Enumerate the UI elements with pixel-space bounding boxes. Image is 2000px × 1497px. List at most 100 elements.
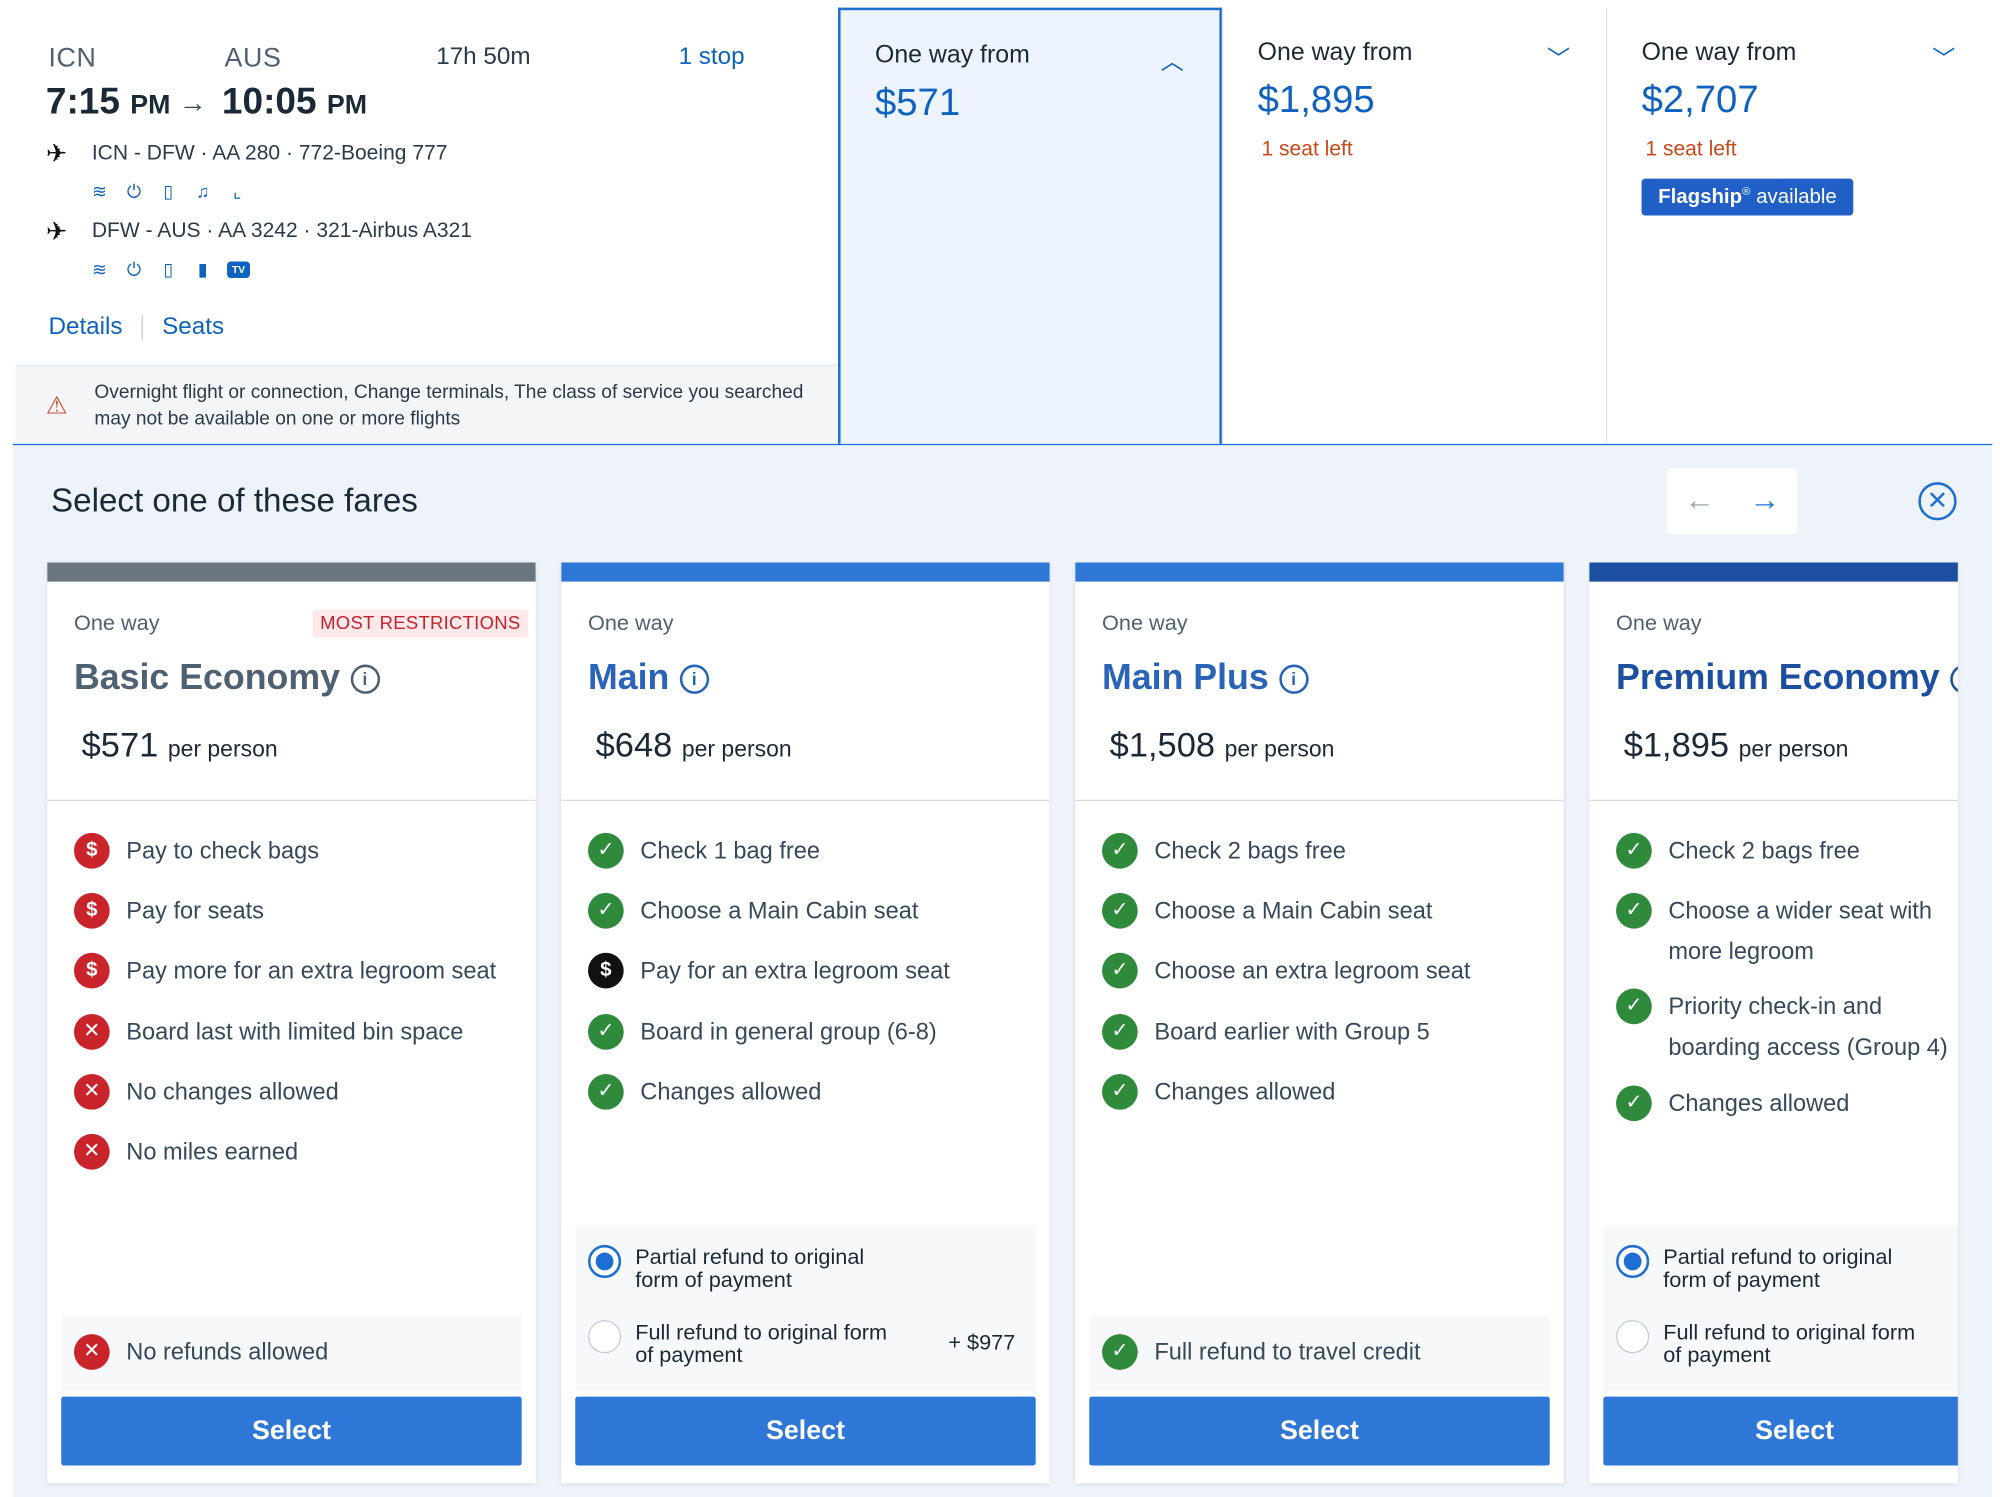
check-icon: ✓ xyxy=(1616,832,1652,869)
feature-item: ✓ Choose a wider seat with more legroom xyxy=(1616,890,1958,972)
chevron-down-icon[interactable]: ﹀ xyxy=(1932,41,1955,74)
fare-card-basic-economy: One way MOST RESTRICTIONS Basic Economy i… xyxy=(47,562,536,1484)
seats-left: 1 seat left xyxy=(1645,137,1737,161)
dollar-icon: $ xyxy=(588,952,624,989)
refund-option-full[interactable]: Full refund to original form of payment xyxy=(1616,1320,1931,1367)
fare-name: Main i xyxy=(588,657,709,698)
radio-unselected[interactable] xyxy=(1616,1320,1650,1354)
refund-item: ✓ Full refund to travel credit xyxy=(1102,1332,1561,1373)
airplane-icon: ✈ xyxy=(45,140,68,169)
refund-option-partial[interactable]: Partial refund to original form of payme… xyxy=(588,1244,903,1292)
flight-summary: ICN AUS 17h 50m 1 stop 7:15 PM → 10:05 P… xyxy=(15,8,839,444)
fare-card-main-plus: One way Main Plus i $1,508 per person ✓ Ch… xyxy=(1075,562,1564,1484)
feature-item: ✓ Choose an extra legroom seat xyxy=(1102,950,1561,991)
fare-trip-type: One way xyxy=(1616,610,1702,636)
arrow-left-icon[interactable]: ← xyxy=(1684,483,1715,519)
feature-item: ✕ No miles earned xyxy=(73,1131,533,1172)
radio-unselected[interactable] xyxy=(588,1320,622,1354)
seats-left: 1 seat left xyxy=(1261,137,1353,161)
check-icon: ✓ xyxy=(588,832,624,869)
leg-1-text: ICN - DFW · AA 280 · 772-Boeing 777 xyxy=(91,141,448,165)
cabin-column-premium[interactable]: One way from $1,895 ﹀ 1 seat left xyxy=(1221,7,1606,444)
check-icon: ✓ xyxy=(1102,892,1138,929)
chevron-up-icon[interactable]: ︿ xyxy=(1161,43,1184,76)
restriction-badge: MOST RESTRICTIONS xyxy=(312,609,529,638)
dollar-icon: $ xyxy=(73,952,110,989)
select-basic-economy-button[interactable]: Select xyxy=(61,1396,522,1466)
check-icon: ✓ xyxy=(1102,952,1138,989)
select-premium-economy-button[interactable]: Select xyxy=(1603,1396,1958,1466)
cabin-price: $1,895 xyxy=(1257,79,1375,122)
refund-section: ✕ No refunds allowed xyxy=(61,1315,522,1392)
device-icon: ▮ xyxy=(197,258,208,280)
feature-item: $ Pay more for an extra legroom seat xyxy=(73,950,533,991)
check-icon: ✓ xyxy=(588,892,624,929)
flagship-badge: Flagship® available xyxy=(1641,178,1854,216)
check-icon: ✓ xyxy=(1102,832,1138,869)
feature-item: $ Pay for seats xyxy=(73,890,533,931)
feature-item: ✓ Check 2 bags free xyxy=(1102,830,1561,871)
arrow-right-icon: → xyxy=(178,86,207,119)
radio-selected[interactable] xyxy=(588,1244,622,1279)
wifi-icon: ≋ xyxy=(91,258,107,280)
warning-icon: ⚠ xyxy=(45,392,68,420)
info-icon[interactable]: i xyxy=(1949,664,1958,694)
cabin-column-business[interactable]: One way from $2,707 ﹀ 1 seat left Flagsh… xyxy=(1605,7,1992,444)
radio-selected[interactable] xyxy=(1616,1244,1650,1279)
dollar-icon: $ xyxy=(73,832,110,869)
stops-link[interactable]: 1 stop xyxy=(679,43,745,71)
fare-color-bar xyxy=(1589,562,1958,582)
details-link[interactable]: Details xyxy=(48,314,122,342)
refund-options: Partial refund to original form of payme… xyxy=(1603,1225,1958,1392)
fare-name: Basic Economy i xyxy=(74,657,380,698)
fare-name: Main Plus i xyxy=(1102,657,1309,698)
select-main-plus-button[interactable]: Select xyxy=(1089,1396,1550,1466)
check-icon: ✓ xyxy=(1616,892,1652,929)
fare-price: $1,895 per person xyxy=(1623,725,1849,765)
depart-time: 7:15 PM xyxy=(45,81,171,123)
refund-option-full[interactable]: Full refund to original form of payment xyxy=(588,1320,903,1367)
origin-code: ICN xyxy=(48,43,97,73)
refund-options: Partial refund to original form of payme… xyxy=(575,1225,1036,1392)
leg-1: ✈ ICN - DFW · AA 280 · 772-Boeing 777 xyxy=(46,138,448,170)
usb-icon: ▯ xyxy=(163,181,174,202)
check-icon: ✓ xyxy=(1102,1334,1138,1370)
chevron-down-icon[interactable]: ﹀ xyxy=(1547,41,1570,74)
info-icon[interactable]: i xyxy=(679,664,709,694)
check-icon: ✓ xyxy=(1616,1085,1652,1122)
feature-item: $ Pay to check bags xyxy=(73,830,533,871)
fare-trip-type: One way xyxy=(588,610,674,636)
feature-item: ✓ Board earlier with Group 5 xyxy=(1102,1011,1561,1052)
flight-duration: 17h 50m xyxy=(436,43,531,71)
seats-link[interactable]: Seats xyxy=(162,314,224,342)
leg-2-amenities: ≋ ⏻ ▯ ▮ TV xyxy=(89,259,250,279)
arrow-right-icon[interactable]: → xyxy=(1749,483,1780,519)
x-circle-icon: ✕ xyxy=(73,1014,110,1050)
cabin-column-main[interactable]: One way from $571 ︿ xyxy=(838,7,1222,444)
flight-warning: ⚠ Overnight flight or connection, Change… xyxy=(15,364,839,444)
info-icon[interactable]: i xyxy=(350,664,380,694)
refund-option-partial[interactable]: Partial refund to original form of payme… xyxy=(1616,1244,1931,1292)
select-main-button[interactable]: Select xyxy=(575,1396,1036,1466)
flight-links: Details Seats xyxy=(48,314,224,342)
fare-color-bar xyxy=(1075,562,1564,582)
fare-price: $1,508 per person xyxy=(1109,725,1335,765)
power-icon: ⏻ xyxy=(126,258,141,280)
leg-2-text: DFW - AUS · AA 3242 · 321-Airbus A321 xyxy=(91,219,473,243)
feature-item: ✓ Changes allowed xyxy=(1616,1083,1958,1124)
fare-color-bar xyxy=(561,562,1050,582)
fare-carousel-nav: ← → xyxy=(1667,468,1798,535)
cabin-label: One way from xyxy=(1257,38,1413,67)
close-icon[interactable]: ✕ xyxy=(1918,482,1957,521)
check-icon: ✓ xyxy=(1616,988,1652,1025)
divider xyxy=(47,799,536,802)
fare-card-premium-economy: One way Premium Economyi $1,895 per pers… xyxy=(1589,562,1958,1484)
destination-code: AUS xyxy=(224,43,282,73)
divider xyxy=(1075,799,1564,802)
info-icon[interactable]: i xyxy=(1278,664,1309,694)
cabin-label: One way from xyxy=(874,40,1030,69)
fare-name: Premium Economyi xyxy=(1616,657,1958,698)
feature-item: ✓ Choose a Main Cabin seat xyxy=(1102,890,1561,931)
warning-text: Overnight flight or connection, Change t… xyxy=(94,381,804,430)
cabin-price: $2,707 xyxy=(1641,79,1759,122)
